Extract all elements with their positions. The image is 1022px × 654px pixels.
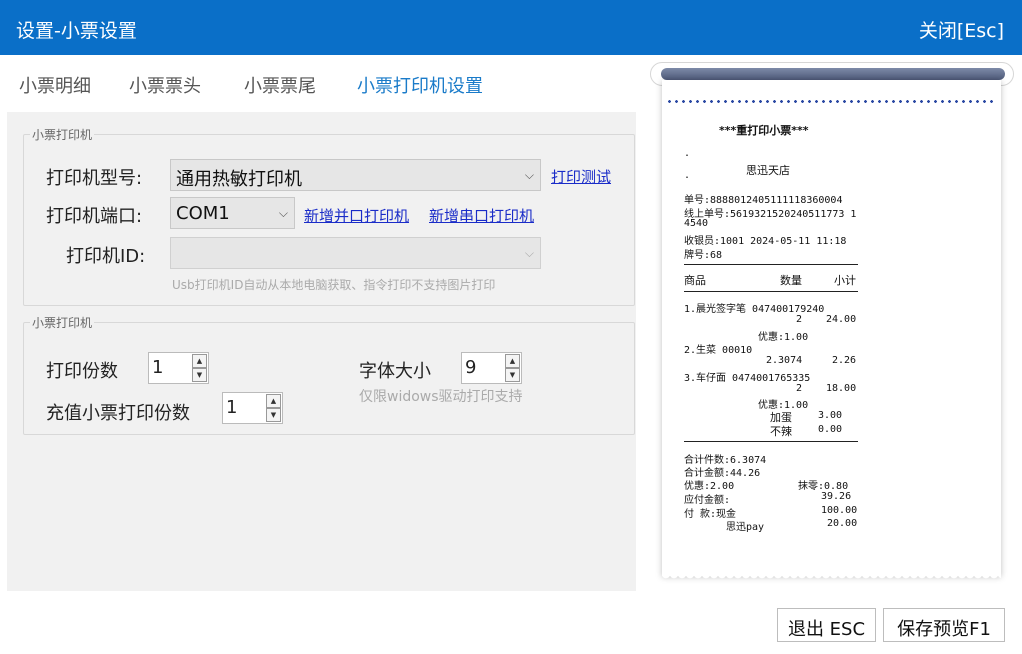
receipt-preview: ***重打印小票*** . 思迅天店 . 单号:8888012405111118… [650,60,1014,588]
tab-receipt-detail[interactable]: 小票明细 [19,72,91,98]
receipt-pay-value: 100.00 [821,505,858,516]
save-preview-button[interactable]: 保存预览F1 [883,608,1005,642]
settings-panel: 小票打印机 打印机型号: 通用热敏打印机 ⌵ 打印测试 打印机端口: COM1 … [7,112,636,591]
recharge-copies-stepper[interactable]: 1 ▲ ▼ [222,392,283,424]
print-test-link[interactable]: 打印测试 [551,166,611,187]
receipt-item-amount: 18.00 [826,383,857,394]
printer-model-value: 通用热敏打印机 [176,169,302,190]
receipt-item-name: 2.生菜 00010 [684,345,753,356]
receipt-plate: 牌号:68 [684,250,723,261]
add-serial-printer-link[interactable]: 新增串口打印机 [429,205,534,226]
chevron-down-icon: ⌵ [524,168,534,182]
receipt-order-no: 单号:8888012405111118360004 [684,195,843,206]
receipt-line: . [684,170,691,181]
receipt-addon-amount: 3.00 [818,410,843,421]
receipt-item-amount: 24.00 [826,314,857,325]
decrement-icon[interactable]: ▼ [505,368,520,382]
receipt-pay2-value: 20.00 [827,518,858,529]
receipt-online-no: 线上单号:5619321520240511773 1 [684,209,857,220]
exit-button[interactable]: 退出 ESC [777,608,876,642]
font-size-hint: 仅限widows驱动打印支持 [359,389,523,405]
chevron-down-icon: ⌵ [278,206,288,220]
printer-group-legend: 小票打印机 [32,128,93,142]
increment-icon[interactable]: ▲ [192,354,207,368]
copies-stepper[interactable]: 1 ▲ ▼ [148,352,209,384]
printer-port-value: COM1 [176,203,230,224]
receipt-store: 思迅天店 [746,164,790,177]
copies-value: 1 [152,357,164,378]
receipt-round-off: 抹零:0.80 [798,481,849,492]
receipt-col-qty: 数量 [780,274,802,287]
printer-port-select[interactable]: COM1 ⌵ [170,197,295,229]
printer-port-label: 打印机端口: [46,206,143,227]
window-title: 设置-小票设置 [16,20,137,42]
receipt-col-item: 商品 [684,274,706,287]
copies-group-legend: 小票打印机 [32,316,93,330]
recharge-copies-label: 充值小票打印份数 [46,403,190,424]
tab-receipt-footer[interactable]: 小票票尾 [244,72,316,98]
chevron-down-icon: ⌵ [524,246,534,260]
receipt-online-no-cont: 4540 [684,218,709,229]
tab-receipt-header[interactable]: 小票票头 [129,72,201,98]
decrement-icon[interactable]: ▼ [266,408,281,422]
printer-id-hint: Usb打印机ID自动从本地电脑获取、指令打印不支持图片打印 [172,278,496,292]
receipt-pay2-label: 思迅pay [726,522,765,533]
receipt-item-amount: 2.26 [832,355,857,366]
receipt-item-name: 1.晨光签字笔 047400179240 [684,304,825,315]
recharge-copies-value: 1 [226,397,238,418]
printer-model-select[interactable]: 通用热敏打印机 ⌵ [170,159,541,191]
font-size-label: 字体大小 [359,361,431,382]
tab-printer-settings[interactable]: 小票打印机设置 [357,72,483,98]
receipt-cashier: 收银员:1001 2024-05-11 11:18 [684,236,847,247]
increment-icon[interactable]: ▲ [505,354,520,368]
font-size-value: 9 [465,357,477,378]
receipt-item-discount: 优惠:1.00 [758,332,809,343]
printer-id-select[interactable]: ⌵ [170,237,541,269]
copies-label: 打印份数 [46,361,118,382]
receipt-col-subtotal: 小计 [834,274,856,287]
receipt-item-name: 3.车仔面 0474001765335 [684,373,811,384]
receipt-item-qty: 2 [796,383,803,394]
receipt-item-qty: 2.3074 [766,355,803,366]
receipt-header: ***重打印小票*** [719,124,809,137]
close-button[interactable]: 关闭[Esc] [919,16,1004,43]
receipt-item-qty: 2 [796,314,803,325]
decrement-icon[interactable]: ▼ [192,368,207,382]
receipt-addon-amount: 0.00 [818,424,843,435]
receipt-paper: ***重打印小票*** . 思迅天店 . 单号:8888012405111118… [662,80,1001,582]
tab-bar: 小票明细 小票票头 小票票尾 小票打印机设置 [0,60,640,108]
receipt-discount: 优惠:2.00 [684,481,735,492]
receipt-addon-name: 不辣 [770,425,792,438]
receipt-payable-label: 应付金额: [684,495,731,506]
printer-id-label: 打印机ID: [66,246,146,267]
receipt-line: . [684,148,691,159]
add-parallel-printer-link[interactable]: 新增并口打印机 [304,205,409,226]
increment-icon[interactable]: ▲ [266,394,281,408]
font-size-stepper[interactable]: 9 ▲ ▼ [461,352,522,384]
printer-model-label: 打印机型号: [46,168,143,189]
receipt-payable-value: 39.26 [821,491,852,502]
title-bar: 设置-小票设置 关闭[Esc] [0,0,1022,55]
